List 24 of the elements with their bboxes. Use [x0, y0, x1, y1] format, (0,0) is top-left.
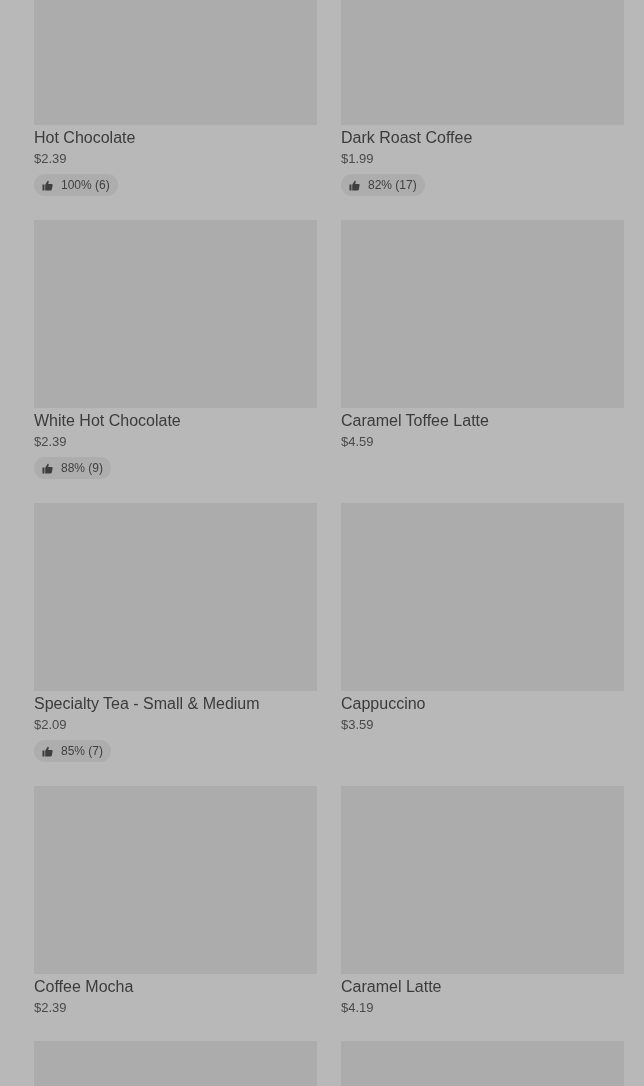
product-name[interactable]: Dark Roast Coffee — [341, 128, 624, 148]
product-name[interactable]: Coffee Mocha — [34, 977, 317, 997]
rating-text: 85% (7) — [61, 743, 104, 760]
product-name[interactable]: Hot Chocolate — [34, 128, 317, 148]
product-price: $2.39 — [34, 433, 68, 451]
product-price: $4.19 — [341, 999, 375, 1017]
product-price: $2.39 — [34, 150, 68, 168]
product-name[interactable]: White Hot Chocolate — [34, 411, 317, 431]
product-price: $2.09 — [34, 716, 68, 734]
product-price: $4.59 — [341, 433, 375, 451]
product-name[interactable]: Caramel Toffee Latte — [341, 411, 624, 431]
product-name[interactable]: Specialty Tea - Small & Medium — [34, 694, 317, 714]
product-price: $1.99 — [341, 150, 375, 168]
rating-text: 100% (6) — [61, 177, 110, 194]
rating-text: 82% (17) — [368, 177, 417, 194]
thumbs-up-icon — [42, 462, 53, 474]
thumbs-up-icon — [349, 179, 360, 191]
rating-text: 88% (9) — [61, 460, 104, 477]
product-name[interactable]: Cappuccino — [341, 694, 624, 714]
product-price: $3.59 — [341, 716, 375, 734]
product-name[interactable]: Caramel Latte — [341, 977, 624, 997]
thumbs-up-icon — [42, 179, 53, 191]
product-price: $2.39 — [34, 999, 68, 1017]
thumbs-up-icon — [42, 745, 53, 757]
